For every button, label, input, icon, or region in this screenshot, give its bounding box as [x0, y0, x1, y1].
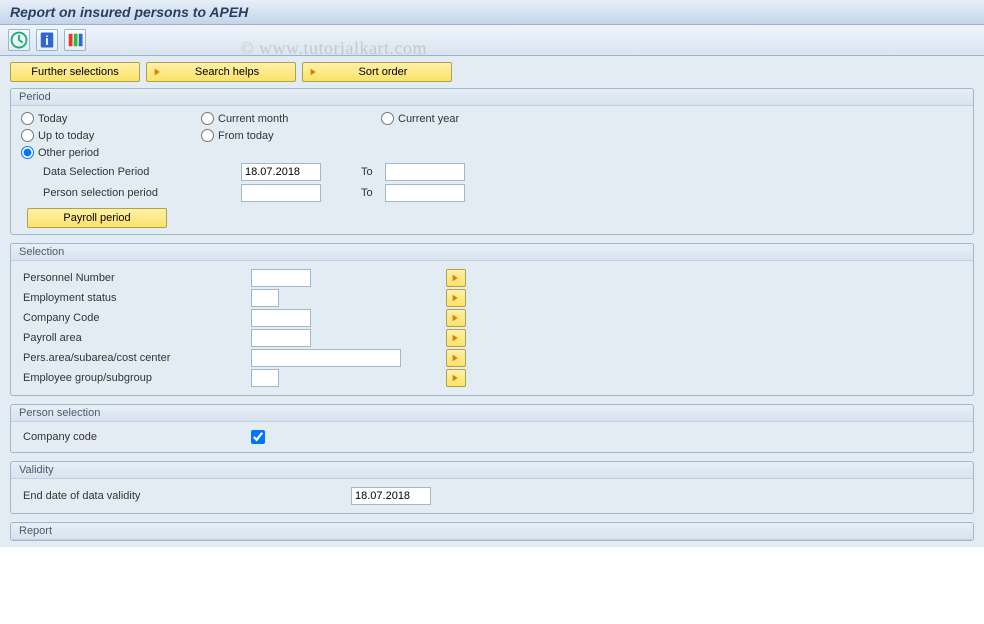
radio-other-period[interactable]: Other period: [21, 146, 181, 159]
end-date-validity-input[interactable]: [351, 487, 431, 505]
sort-order-label: Sort order: [325, 66, 441, 78]
end-date-validity-label: End date of data validity: [21, 490, 351, 502]
validity-title: Validity: [11, 462, 973, 479]
person-selection-group: Person selection Company code: [10, 404, 974, 453]
period-title: Period: [11, 89, 973, 106]
arrow-right-icon: [451, 353, 461, 363]
selection-group: Selection Personnel Number Employment sta…: [10, 243, 974, 396]
multiple-selection-button[interactable]: [446, 369, 466, 387]
radio-current-month[interactable]: Current month: [201, 112, 361, 125]
person-selection-to-input[interactable]: [385, 184, 465, 202]
execute-icon[interactable]: [8, 29, 30, 51]
data-selection-from-input[interactable]: [241, 163, 321, 181]
selection-label: Company Code: [21, 312, 251, 324]
person-selection-from-input[interactable]: [241, 184, 321, 202]
selection-input[interactable]: [251, 349, 401, 367]
data-selection-label: Data Selection Period: [21, 166, 241, 178]
selection-label: Personnel Number: [21, 272, 251, 284]
selection-title: Selection: [11, 244, 973, 261]
selection-input[interactable]: [251, 329, 311, 347]
multiple-selection-button[interactable]: [446, 349, 466, 367]
arrow-right-icon: [451, 293, 461, 303]
page-title: Report on insured persons to APEH: [10, 4, 248, 20]
arrow-right-icon: [153, 67, 163, 77]
action-row: Further selections Search helps Sort ord…: [10, 62, 974, 82]
further-selections-button[interactable]: Further selections: [10, 62, 140, 82]
selection-input[interactable]: [251, 269, 311, 287]
selection-row: Pers.area/subarea/cost center: [21, 349, 963, 367]
company-code-checkbox[interactable]: [251, 430, 265, 444]
report-title: Report: [11, 523, 973, 540]
to-label: To: [361, 166, 373, 178]
person-selection-label: Person selection period: [21, 187, 241, 199]
variant-icon[interactable]: [64, 29, 86, 51]
period-group: Period Today Current month Current year …: [10, 88, 974, 235]
multiple-selection-button[interactable]: [446, 329, 466, 347]
svg-text:i: i: [45, 34, 48, 48]
sort-order-button[interactable]: Sort order: [302, 62, 452, 82]
data-selection-to-input[interactable]: [385, 163, 465, 181]
validity-group: Validity End date of data validity: [10, 461, 974, 514]
selection-row: Employment status: [21, 289, 963, 307]
arrow-right-icon: [309, 67, 319, 77]
title-bar: Report on insured persons to APEH: [0, 0, 984, 25]
selection-label: Employee group/subgroup: [21, 372, 251, 384]
content-area: Further selections Search helps Sort ord…: [0, 56, 984, 547]
payroll-period-button[interactable]: Payroll period: [27, 208, 167, 228]
search-helps-button[interactable]: Search helps: [146, 62, 296, 82]
selection-row: Payroll area: [21, 329, 963, 347]
radio-current-year[interactable]: Current year: [381, 112, 541, 125]
arrow-right-icon: [451, 273, 461, 283]
selection-input[interactable]: [251, 289, 279, 307]
selection-row: Employee group/subgroup: [21, 369, 963, 387]
selection-label: Pers.area/subarea/cost center: [21, 352, 251, 364]
multiple-selection-button[interactable]: [446, 269, 466, 287]
person-selection-title: Person selection: [11, 405, 973, 422]
radio-up-to-today[interactable]: Up to today: [21, 129, 181, 142]
toolbar: i: [0, 25, 984, 56]
info-icon[interactable]: i: [36, 29, 58, 51]
arrow-right-icon: [451, 333, 461, 343]
multiple-selection-button[interactable]: [446, 309, 466, 327]
selection-input[interactable]: [251, 369, 279, 387]
selection-label: Payroll area: [21, 332, 251, 344]
to-label-2: To: [361, 187, 373, 199]
selection-row: Personnel Number: [21, 269, 963, 287]
radio-today[interactable]: Today: [21, 112, 181, 125]
arrow-right-icon: [451, 313, 461, 323]
further-selections-label: Further selections: [31, 66, 118, 78]
selection-row: Company Code: [21, 309, 963, 327]
report-group: Report: [10, 522, 974, 541]
search-helps-label: Search helps: [169, 66, 285, 78]
company-code-label: Company code: [21, 431, 251, 443]
arrow-right-icon: [451, 373, 461, 383]
selection-label: Employment status: [21, 292, 251, 304]
radio-from-today[interactable]: From today: [201, 129, 361, 142]
selection-input[interactable]: [251, 309, 311, 327]
multiple-selection-button[interactable]: [446, 289, 466, 307]
